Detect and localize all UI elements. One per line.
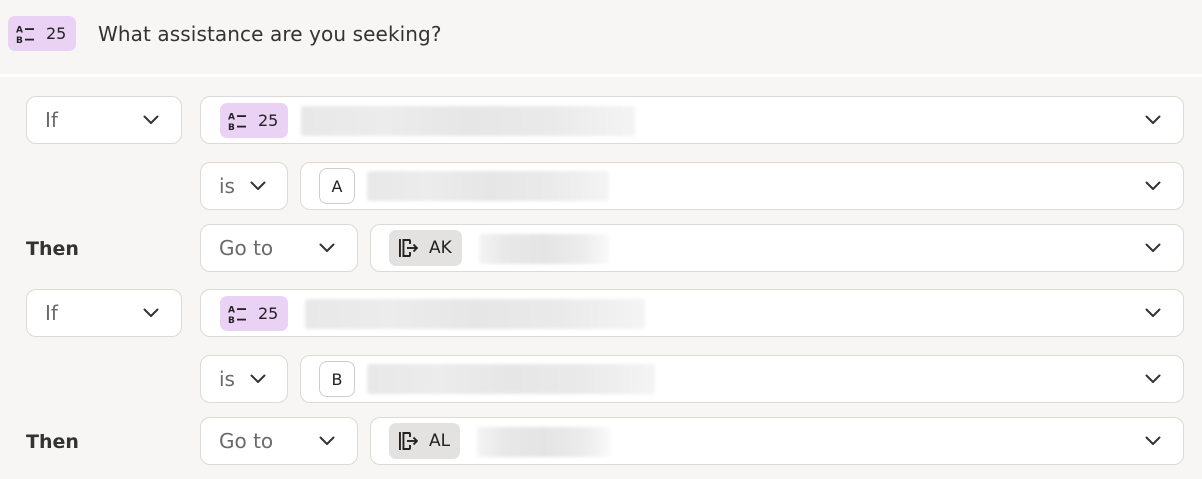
question-number: 25	[258, 304, 279, 323]
target-select[interactable]: AK	[370, 224, 1184, 272]
question-number: 25	[258, 111, 279, 130]
condition-label: If	[45, 301, 58, 325]
then-label: Then	[26, 238, 79, 260]
action-label: Go to	[219, 236, 274, 260]
then-label: Then	[26, 431, 79, 453]
chevron-down-icon	[319, 436, 335, 446]
question-number-badge: 25	[220, 296, 289, 331]
question-number-badge: 25	[8, 16, 77, 51]
action-dropdown[interactable]: Go to	[200, 224, 358, 272]
question-number-badge: 25	[220, 103, 289, 138]
answer-select[interactable]: A	[300, 162, 1184, 210]
multiple-choice-ab-icon	[15, 23, 37, 45]
condition-dropdown[interactable]: If	[26, 96, 182, 144]
redacted-answer-text	[367, 364, 655, 394]
chevron-down-icon	[250, 374, 266, 384]
chevron-down-icon	[143, 115, 159, 125]
question-number: 25	[46, 24, 67, 43]
multiple-choice-ab-icon	[227, 110, 249, 132]
operator-dropdown[interactable]: is	[200, 162, 288, 210]
chevron-down-icon	[1145, 436, 1161, 446]
question-select[interactable]: 25	[200, 289, 1184, 337]
chevron-down-icon	[250, 181, 266, 191]
target-id: AK	[429, 238, 452, 258]
jump-to-icon	[397, 237, 419, 259]
redacted-question-text	[301, 106, 635, 136]
chevron-down-icon	[1145, 374, 1161, 384]
target-badge: AK	[389, 230, 462, 266]
chevron-down-icon	[1145, 308, 1161, 318]
chevron-down-icon	[1145, 243, 1161, 253]
question-select[interactable]: 25	[200, 96, 1184, 144]
action-label: Go to	[219, 429, 274, 453]
choice-letter-badge: B	[319, 361, 355, 397]
chevron-down-icon	[319, 243, 335, 253]
target-id: AL	[429, 431, 451, 451]
target-select[interactable]: AL	[370, 417, 1184, 465]
answer-select[interactable]: B	[300, 355, 1184, 403]
redacted-answer-text	[367, 171, 609, 201]
chevron-down-icon	[1145, 115, 1161, 125]
redacted-target-text	[477, 427, 611, 457]
operator-dropdown[interactable]: is	[200, 355, 288, 403]
jump-to-icon	[397, 430, 419, 452]
choice-letter-badge: A	[319, 168, 355, 204]
redacted-question-text	[305, 299, 645, 329]
question-title: What assistance are you seeking?	[98, 22, 442, 46]
multiple-choice-ab-icon	[227, 303, 249, 325]
condition-label: If	[45, 108, 58, 132]
chevron-down-icon	[1145, 181, 1161, 191]
operator-label: is	[219, 367, 235, 391]
target-badge: AL	[389, 423, 461, 459]
condition-dropdown[interactable]: If	[26, 289, 182, 337]
header-divider	[0, 74, 1202, 77]
action-dropdown[interactable]: Go to	[200, 417, 358, 465]
operator-label: is	[219, 174, 235, 198]
redacted-target-text	[479, 234, 609, 264]
chevron-down-icon	[143, 308, 159, 318]
question-header: 25 What assistance are you seeking?	[0, 0, 1202, 74]
